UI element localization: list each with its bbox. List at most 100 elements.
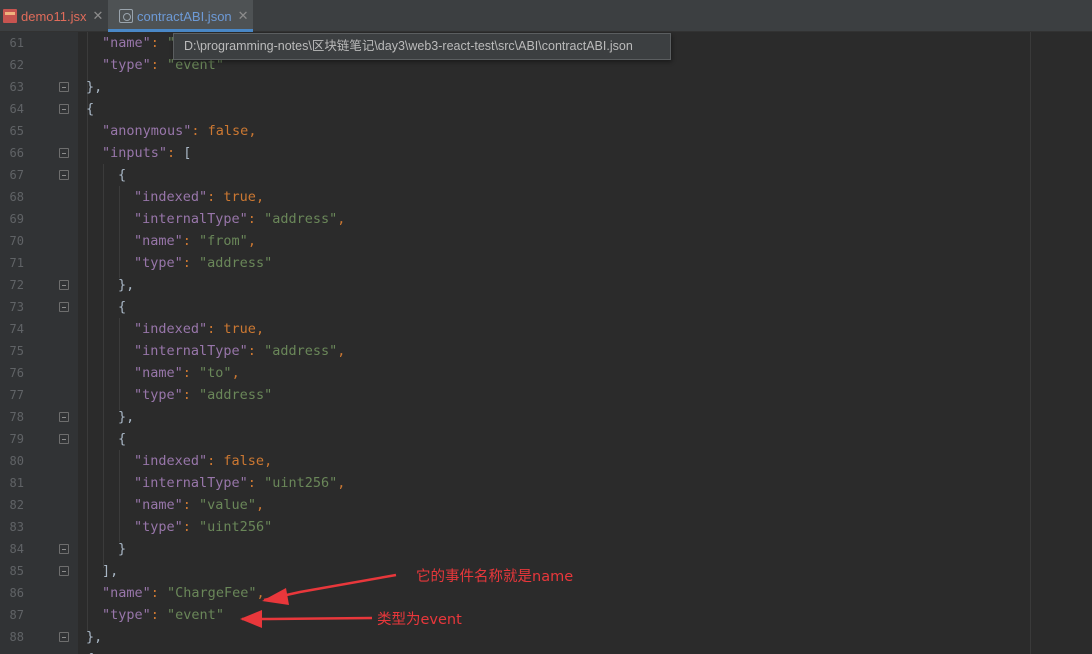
- json-value: "from": [199, 233, 248, 249]
- line-number: 64: [9, 102, 24, 116]
- json-value: "address": [199, 255, 273, 271]
- line-number: 83: [9, 520, 24, 534]
- fold-icon[interactable]: [59, 412, 69, 422]
- code-line[interactable]: 76 "name": "to",: [0, 362, 1092, 384]
- fold-icon[interactable]: [59, 170, 69, 180]
- code-lines: 61 "name": " 62 "type": "event" 63}, 64 {65 "an…: [0, 32, 1092, 654]
- line-number: 77: [9, 388, 24, 402]
- code-text: "internalType": "uint256",: [134, 475, 346, 491]
- code-line[interactable]: 79 {: [0, 428, 1092, 450]
- fold-icon[interactable]: [59, 82, 69, 92]
- code-line[interactable]: 87 "type": "event": [0, 604, 1092, 626]
- code-line[interactable]: 74 "indexed": true,: [0, 318, 1092, 340]
- fold-icon[interactable]: [59, 280, 69, 290]
- line-number: 76: [9, 366, 24, 380]
- code-line[interactable]: 83 "type": "uint256": [0, 516, 1092, 538]
- code-line[interactable]: 68 "indexed": true,: [0, 186, 1092, 208]
- code-line[interactable]: 63},: [0, 76, 1092, 98]
- code-line[interactable]: 71 "type": "address": [0, 252, 1092, 274]
- code-text: },: [118, 274, 134, 296]
- code-text: {: [118, 428, 126, 450]
- json-key: "inputs": [102, 145, 168, 161]
- fold-icon[interactable]: [59, 632, 69, 642]
- line-number: 74: [9, 322, 24, 336]
- json-bracket: {: [118, 299, 127, 315]
- json-bracket: ],: [102, 563, 119, 579]
- code-line[interactable]: 84}: [0, 538, 1092, 560]
- annotation-name-note: 它的事件名称就是name: [416, 569, 574, 585]
- json-key: "indexed": [134, 453, 208, 469]
- json-bracket: }: [118, 541, 127, 557]
- code-text: "inputs": [: [102, 145, 192, 161]
- json-file-icon: [118, 8, 134, 24]
- code-text: },: [86, 76, 102, 98]
- json-value: "address": [264, 343, 338, 359]
- code-text: "indexed": true,: [134, 189, 265, 205]
- close-icon[interactable]: ✕: [93, 8, 104, 24]
- fold-icon[interactable]: [59, 434, 69, 444]
- fold-icon[interactable]: [59, 566, 69, 576]
- fold-icon[interactable]: [59, 148, 69, 158]
- fold-icon[interactable]: [59, 104, 69, 114]
- json-value: "address": [264, 211, 338, 227]
- json-key: "indexed": [134, 189, 208, 205]
- json-key: "name": [134, 497, 183, 513]
- line-number: 87: [9, 608, 24, 622]
- tab-label: contractABI.json: [137, 8, 232, 24]
- tab-contractabi-json[interactable]: contractABI.json ✕: [108, 0, 253, 32]
- json-key: "indexed": [134, 321, 208, 337]
- fold-icon[interactable]: [59, 544, 69, 554]
- json-value: "value": [199, 497, 256, 513]
- json-value: "ChargeFee": [167, 585, 257, 601]
- fold-icon[interactable]: [59, 302, 69, 312]
- code-line[interactable]: 64 {: [0, 98, 1092, 120]
- code-line[interactable]: 77 "type": "address": [0, 384, 1092, 406]
- line-number: 79: [9, 432, 24, 446]
- code-line[interactable]: 65 "anonymous": false,: [0, 120, 1092, 142]
- code-line[interactable]: 82 "name": "value",: [0, 494, 1092, 516]
- json-value: "uint256": [199, 519, 273, 535]
- code-text: "indexed": true,: [134, 321, 265, 337]
- json-key: "type": [102, 57, 151, 73]
- json-bracket: {: [118, 431, 127, 447]
- json-key: "internalType": [134, 475, 248, 491]
- json-value: false: [223, 453, 265, 469]
- json-value: "address": [199, 387, 273, 403]
- line-number: 78: [9, 410, 24, 424]
- json-key: "name": [102, 585, 151, 601]
- code-text: "internalType": "address",: [134, 343, 346, 359]
- code-line[interactable]: 72},: [0, 274, 1092, 296]
- code-text: },: [86, 626, 102, 648]
- code-text: "name": "from",: [134, 233, 256, 249]
- code-line[interactable]: 69 "internalType": "address",: [0, 208, 1092, 230]
- code-line[interactable]: 75 "internalType": "address",: [0, 340, 1092, 362]
- code-text: "indexed": false,: [134, 453, 273, 469]
- json-bracket: {: [118, 167, 127, 183]
- json-key: "name": [134, 365, 183, 381]
- code-text: "anonymous": false,: [102, 123, 257, 139]
- line-number: 89: [0, 648, 24, 654]
- code-line[interactable]: 78},: [0, 406, 1092, 428]
- code-line[interactable]: 66 "inputs": [: [0, 142, 1092, 164]
- code-line[interactable]: 88},: [0, 626, 1092, 648]
- code-text: "internalType": "address",: [134, 211, 346, 227]
- tab-demo11-jsx[interactable]: demo11.jsx ✕: [0, 0, 106, 32]
- code-line[interactable]: 70 "name": "from",: [0, 230, 1092, 252]
- code-line[interactable]: 89 {: [0, 648, 1092, 654]
- json-key: "internalType": [134, 211, 248, 227]
- json-key: "type": [102, 607, 151, 623]
- line-number: 84: [9, 542, 24, 556]
- code-text: "type": "address": [134, 387, 273, 403]
- json-value: "event": [167, 607, 224, 623]
- code-line[interactable]: 67 {: [0, 164, 1092, 186]
- json-bracket: },: [118, 277, 135, 293]
- line-number: 67: [9, 168, 24, 182]
- editor-tab-bar: demo11.jsx ✕ contractABI.json ✕: [0, 0, 1092, 32]
- close-icon[interactable]: ✕: [238, 8, 249, 24]
- json-key: "type": [134, 387, 183, 403]
- code-line[interactable]: 73 {: [0, 296, 1092, 318]
- code-line[interactable]: 81 "internalType": "uint256",: [0, 472, 1092, 494]
- line-number: 75: [9, 344, 24, 358]
- code-line[interactable]: 80 "indexed": false,: [0, 450, 1092, 472]
- line-number: 70: [9, 234, 24, 248]
